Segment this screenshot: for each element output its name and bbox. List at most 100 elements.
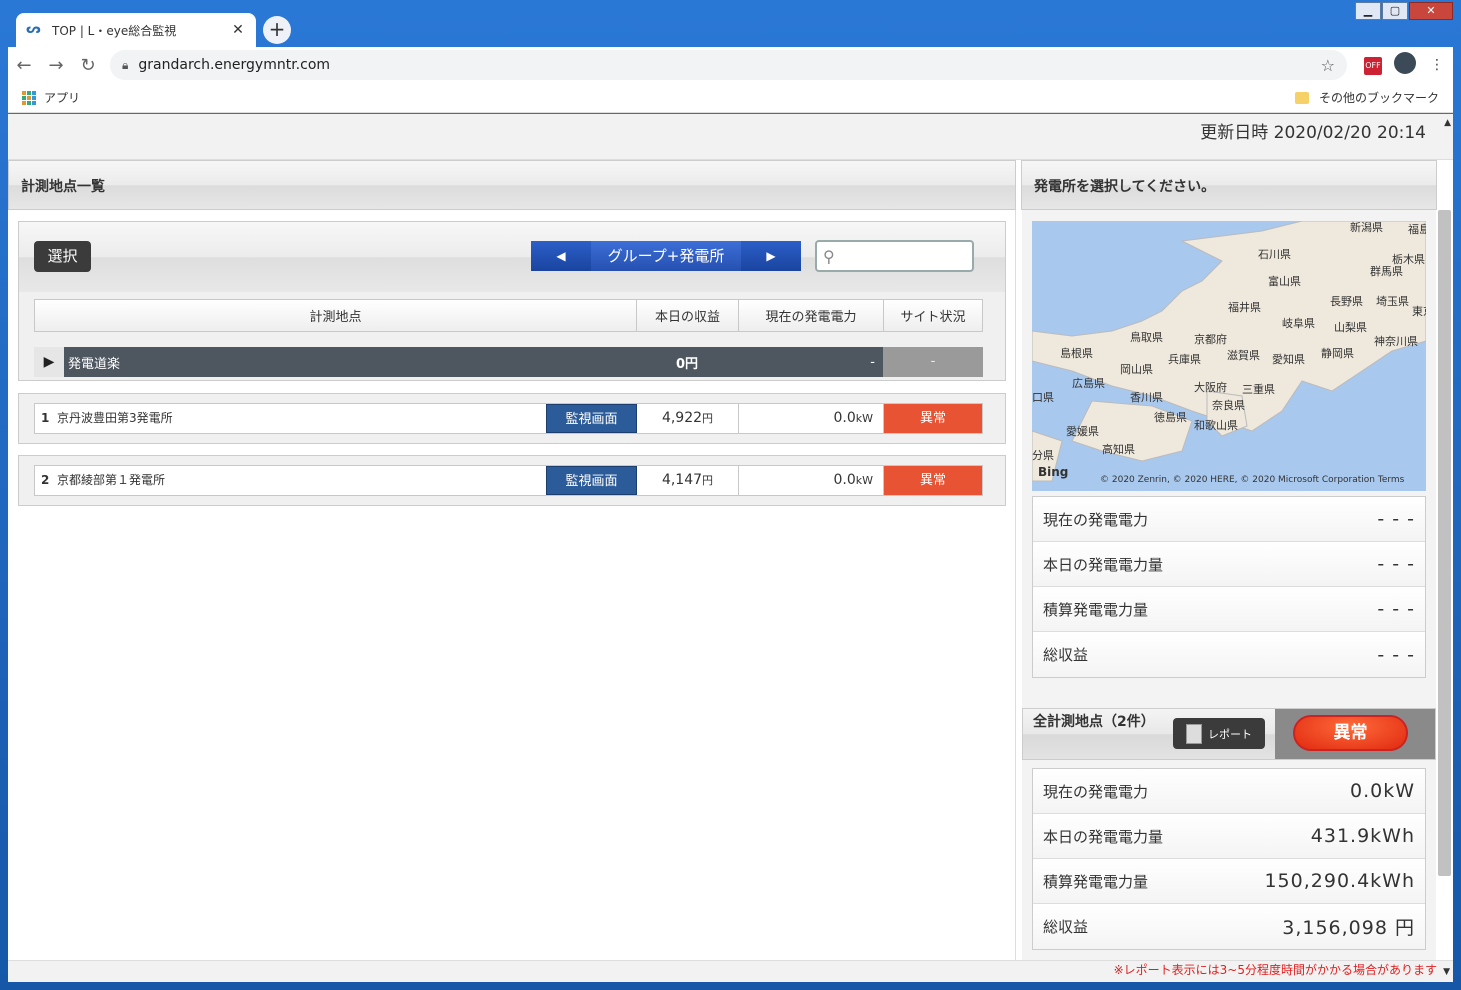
browser-tab[interactable]: ᔕ TOP | L・eye総合監視 ✕ xyxy=(16,13,256,47)
map-label: 静岡県 xyxy=(1321,347,1354,360)
folder-icon xyxy=(1294,91,1309,104)
col-site: 計測地点 xyxy=(35,300,637,331)
site-number: 2 xyxy=(41,473,50,487)
report-label: レポート xyxy=(1208,727,1252,741)
map-label: 神奈川県 xyxy=(1374,335,1418,348)
tab-title: TOP | L・eye総合監視 xyxy=(52,23,177,38)
back-icon[interactable]: ← xyxy=(8,55,40,76)
prev-group-icon[interactable]: ◀ xyxy=(531,249,591,263)
search-input[interactable] xyxy=(838,248,1015,264)
bookmark-star-icon[interactable]: ☆ xyxy=(1321,56,1335,75)
map-label: 長野県 xyxy=(1330,295,1363,308)
scroll-down-icon[interactable]: ▼ xyxy=(1443,967,1450,977)
stat-row: 総収益 - - - xyxy=(1033,632,1425,677)
extension-off-badge: OFF xyxy=(1364,56,1382,75)
map-label: 京都府 xyxy=(1194,333,1227,346)
bookmarks-bar: アプリ その他のブックマーク xyxy=(8,83,1453,113)
monitor-button[interactable]: 監視画面 xyxy=(546,404,637,433)
map-label: 福井県 xyxy=(1228,301,1261,314)
extension-icon[interactable]: OFF xyxy=(1357,56,1389,75)
site-status-badge: 異常 xyxy=(884,466,982,495)
site-power: 0.0kW xyxy=(739,466,884,495)
site-power: 0.0kW xyxy=(739,404,884,433)
all-sites-header: 全計測地点（2件） レポート 異常 xyxy=(1022,708,1436,760)
map-view[interactable]: 石川県 富山県 福井県 岐阜県 長野県 群馬県 栃木県 埼玉県 山梨県 神奈川県… xyxy=(1032,221,1426,491)
map-label: 山梨県 xyxy=(1334,321,1367,334)
map-label: 栃木県 xyxy=(1392,253,1425,266)
map-label: 広島県 xyxy=(1072,377,1105,390)
menu-kebab-icon[interactable]: ⋮ xyxy=(1421,57,1453,73)
map-label: 和歌山県 xyxy=(1194,419,1238,432)
map-label: 三重県 xyxy=(1242,383,1275,396)
map-label: 香川県 xyxy=(1130,391,1163,404)
site-number: 1 xyxy=(41,411,50,425)
scroll-up-icon[interactable]: ▲ xyxy=(1444,118,1451,128)
address-bar[interactable]: 🔒︎ grandarch.energymntr.com ☆ xyxy=(110,50,1347,80)
expand-triangle-icon[interactable]: ▶ xyxy=(34,347,64,377)
map-label: 愛知県 xyxy=(1272,353,1305,366)
all-sites-title: 全計測地点（2件） xyxy=(1033,714,1155,730)
group-power: - xyxy=(870,354,875,370)
group-name: 発電道楽 xyxy=(68,356,121,372)
map-copyright: © 2020 Zenrin, © 2020 HERE, © 2020 Micro… xyxy=(1100,475,1405,485)
maximize-button[interactable]: ▢ xyxy=(1382,2,1408,20)
report-button[interactable]: レポート xyxy=(1173,718,1265,749)
forward-icon[interactable]: → xyxy=(40,55,72,76)
search-field[interactable]: ⚲ xyxy=(815,240,1015,272)
site-income: 4,922円 xyxy=(637,404,739,433)
filter-row: 選択 ◀ グループ+発電所 ▶ ⚲ xyxy=(19,222,1015,292)
filter-box: 選択 ◀ グループ+発電所 ▶ ⚲ 計測地点 本日の収益 現在の発電電力 サイト… xyxy=(18,221,1015,381)
monitor-button[interactable]: 監視画面 xyxy=(546,466,637,495)
site-row-box: 2 京都綾部第１発電所 監視画面 4,147円 0.0kW 異常 xyxy=(18,455,1006,506)
next-group-icon[interactable]: ▶ xyxy=(741,249,801,263)
minimize-button[interactable]: ▁ xyxy=(1355,2,1381,20)
bookmark-apps[interactable]: アプリ xyxy=(44,89,80,106)
map-label: 滋賀県 xyxy=(1227,349,1260,362)
select-button[interactable]: 選択 xyxy=(34,241,91,272)
stat-row: 本日の発電電力量 431.9kWh xyxy=(1033,814,1425,859)
group-status: - xyxy=(883,347,983,377)
group-row[interactable]: ▶ 発電道楽 0円 - - xyxy=(34,347,983,377)
stat-row: 積算発電電力量 - - - xyxy=(1033,587,1425,632)
map-label: 岐阜県 xyxy=(1282,317,1315,330)
map-label: 兵庫県 xyxy=(1168,353,1201,366)
new-tab-button[interactable]: + xyxy=(263,16,291,44)
tab-strip: ᔕ TOP | L・eye総合監視 ✕ + ▁ ▢ ✕ xyxy=(0,0,1461,47)
all-sites-status-badge: 異常 xyxy=(1293,715,1408,751)
col-power: 現在の発電電力 xyxy=(739,300,884,331)
site-list-panel: 計測地点一覧 選択 ◀ グループ+発電所 ▶ ⚲ 計測地点 本日の収益 現在の発… xyxy=(8,160,1016,960)
bookmark-other[interactable]: その他のブックマーク xyxy=(1319,89,1439,106)
tab-close-icon[interactable]: ✕ xyxy=(230,22,246,38)
map-label: 埼玉県 xyxy=(1376,295,1409,308)
map-label: 高知県 xyxy=(1102,443,1135,456)
col-status: サイト状況 xyxy=(884,300,982,331)
site-favicon-icon: ᔕ xyxy=(26,22,41,37)
all-sites-status-pane: 異常 xyxy=(1275,709,1435,759)
site-row[interactable]: 1 京丹波豊田第3発電所 監視画面 4,922円 0.0kW 異常 xyxy=(34,403,983,434)
updated-timestamp: 更新日時 2020/02/20 20:14 xyxy=(1200,123,1426,143)
group-switcher: ◀ グループ+発電所 ▶ xyxy=(531,241,801,271)
map-label: 岡山県 xyxy=(1120,363,1153,376)
map-label: 鳥取県 xyxy=(1130,331,1163,344)
page: 更新日時 2020/02/20 20:14 ▲ 計測地点一覧 選択 ◀ グループ… xyxy=(8,114,1453,982)
map-label: 新潟県 xyxy=(1350,221,1383,234)
report-doc-icon xyxy=(1186,723,1202,744)
stat-row: 総収益 3,156,098 円 xyxy=(1033,904,1425,949)
map-label: 大阪府 xyxy=(1194,381,1227,394)
map-label: 福島 xyxy=(1408,223,1426,236)
window-close-button[interactable]: ✕ xyxy=(1409,2,1453,20)
profile-avatar[interactable] xyxy=(1389,52,1421,78)
all-stats-table: 現在の発電電力 0.0kW 本日の発電電力量 431.9kWh 積算発電電力量 150… xyxy=(1032,768,1426,950)
site-row[interactable]: 2 京都綾部第１発電所 監視画面 4,147円 0.0kW 異常 xyxy=(34,465,983,496)
stat-row: 本日の発電電力量 - - - xyxy=(1033,542,1425,587)
map-label: 島根県 xyxy=(1060,347,1093,360)
scrollbar-thumb[interactable] xyxy=(1438,210,1451,876)
apps-grid-icon[interactable] xyxy=(22,90,36,105)
browser-toolbar: ← → ↻ 🔒︎ grandarch.energymntr.com ☆ OFF … xyxy=(8,47,1453,83)
report-footnote: ※レポート表示には3~5分程度時間がかかる場合があります xyxy=(1113,963,1437,977)
map-label: 口県 xyxy=(1032,391,1054,404)
selected-stats-table: 現在の発電電力 - - - 本日の発電電力量 - - - 積算発電電力量 - - - … xyxy=(1032,496,1426,678)
site-name: 京都綾部第１発電所 xyxy=(57,473,166,487)
reload-icon[interactable]: ↻ xyxy=(72,55,104,76)
column-header: 計測地点 本日の収益 現在の発電電力 サイト状況 xyxy=(34,299,983,332)
